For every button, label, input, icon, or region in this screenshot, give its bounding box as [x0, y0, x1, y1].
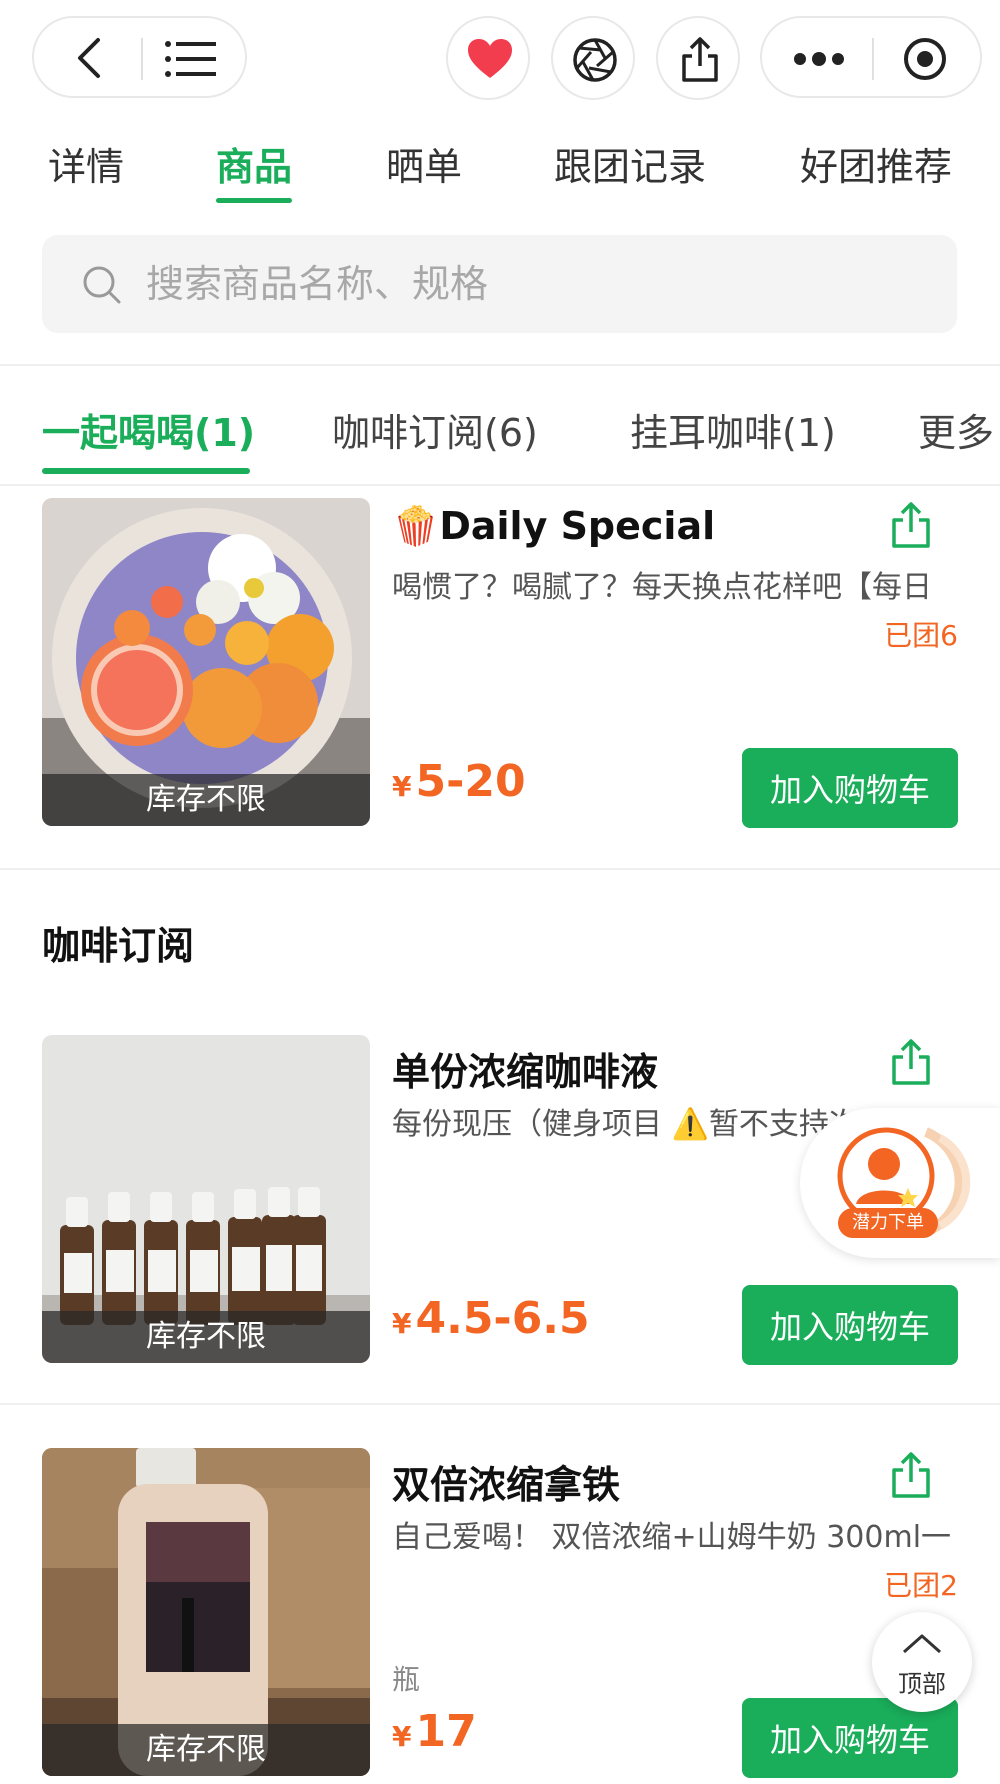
tab-recommend[interactable]: 好团推荐: [800, 136, 952, 191]
capsule-divider: [141, 38, 143, 80]
search-bar: [42, 235, 957, 333]
product-card[interactable]: 库存不限 🍿Daily Special 喝惯了？喝腻了？每天换点花样吧【每日 已…: [0, 498, 1000, 828]
back-to-top-button[interactable]: 顶部: [872, 1612, 972, 1712]
more-icon[interactable]: [792, 42, 846, 76]
nav-capsule-left: [32, 16, 247, 98]
chevron-up-icon: [903, 1634, 941, 1654]
stock-label: 库存不限: [42, 1311, 370, 1363]
share-icon: [682, 37, 718, 82]
search-icon: [83, 266, 121, 304]
top-bar: [0, 0, 1000, 115]
capsule-divider: [872, 38, 874, 80]
product-title[interactable]: 单份浓缩咖啡液: [392, 1041, 658, 1096]
section-title: 咖啡订阅: [42, 924, 195, 968]
favorite-button[interactable]: [446, 16, 530, 100]
category-tabs: 一起喝喝(1) 咖啡订阅(6) 挂耳咖啡(1) 更多: [0, 372, 1000, 482]
nav-capsule-right: [760, 16, 982, 98]
back-to-top-label: 顶部: [898, 1670, 946, 1698]
record-icon[interactable]: [902, 36, 948, 82]
product-title[interactable]: 🍿Daily Special: [392, 504, 715, 549]
add-to-cart-button[interactable]: 加入购物车: [742, 748, 958, 828]
share-icon[interactable]: [890, 502, 932, 550]
divider: [0, 1403, 1000, 1405]
tab-products[interactable]: 商品: [216, 136, 292, 191]
search-input[interactable]: [146, 257, 926, 311]
product-price: ¥4.5-6.5: [392, 1293, 590, 1344]
share-icon[interactable]: [890, 1039, 932, 1087]
menu-icon[interactable]: [162, 38, 222, 80]
currency-symbol: ¥: [392, 1307, 412, 1340]
product-image-espresso-bottles[interactable]: 库存不限: [42, 1035, 370, 1363]
product-price: ¥17: [392, 1706, 477, 1757]
product-price: ¥5-20: [392, 756, 526, 807]
product-unit: 瓶: [392, 1663, 421, 1696]
share-icon[interactable]: [890, 1452, 932, 1500]
divider: [0, 364, 1000, 366]
stock-label: 库存不限: [42, 1724, 370, 1776]
tab-reviews[interactable]: 晒单: [386, 136, 462, 191]
active-tab-indicator: [216, 198, 292, 203]
category-tab-coffee-subscription[interactable]: 咖啡订阅(6): [332, 402, 538, 457]
category-tab-more[interactable]: 更多: [918, 402, 994, 457]
back-icon[interactable]: [68, 36, 112, 80]
divider: [0, 484, 1000, 486]
tab-details[interactable]: 详情: [48, 136, 124, 191]
product-title[interactable]: 双倍浓缩拿铁: [392, 1454, 620, 1509]
product-card[interactable]: 库存不限 双倍浓缩拿铁 自己爱喝！ 双倍浓缩+山姆牛奶 300ml一 已团2 瓶…: [0, 1448, 1000, 1778]
product-image-fruit-plate[interactable]: 库存不限: [42, 498, 370, 826]
price-value: 5-20: [415, 756, 526, 807]
stock-label: 库存不限: [42, 774, 370, 826]
category-tab-drip-coffee[interactable]: 挂耳咖啡(1): [630, 402, 836, 457]
product-description: 喝惯了？喝腻了？每天换点花样吧【每日: [392, 570, 932, 605]
product-image-latte-bottle[interactable]: 库存不限: [42, 1448, 370, 1776]
group-count: 已团6: [884, 619, 958, 652]
potential-order-label: 潜力下单: [838, 1208, 938, 1238]
divider: [0, 868, 1000, 870]
price-value: 4.5-6.5: [415, 1293, 590, 1344]
heart-icon: [468, 39, 512, 78]
share-button[interactable]: [656, 16, 740, 100]
add-to-cart-button[interactable]: 加入购物车: [742, 1285, 958, 1365]
popcorn-emoji: 🍿: [392, 504, 440, 548]
category-tab-drinks[interactable]: 一起喝喝(1): [42, 402, 255, 457]
potential-order-float-button[interactable]: 潜力下单: [800, 1108, 1000, 1258]
aperture-icon: [573, 38, 617, 82]
tab-group-records[interactable]: 跟团记录: [554, 136, 706, 191]
group-count: 已团2: [884, 1569, 958, 1602]
currency-symbol: ¥: [392, 1720, 412, 1753]
product-title-text: Daily Special: [439, 504, 716, 548]
active-category-indicator: [42, 468, 250, 474]
currency-symbol: ¥: [392, 770, 412, 803]
main-tabs: 详情 商品 晒单 跟团记录 好团推荐: [0, 120, 1000, 210]
aperture-button[interactable]: [551, 16, 635, 100]
product-description: 自己爱喝！ 双倍浓缩+山姆牛奶 300ml一: [392, 1520, 952, 1555]
price-value: 17: [415, 1706, 477, 1757]
